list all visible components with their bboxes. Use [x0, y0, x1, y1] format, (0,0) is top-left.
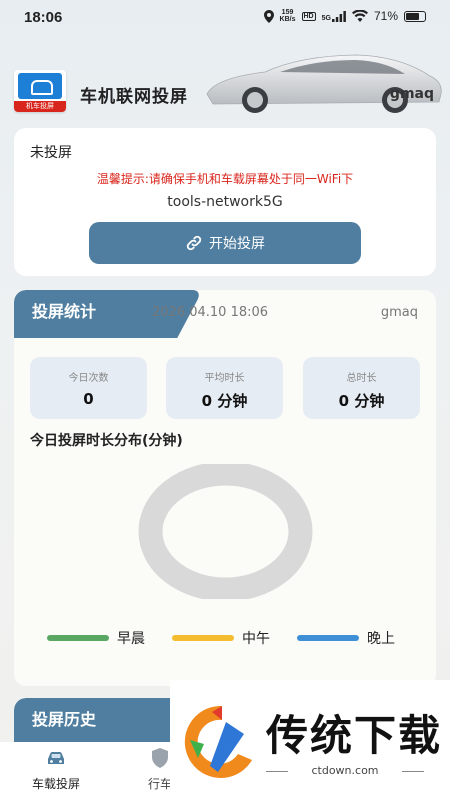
header-username: gmaq	[389, 86, 434, 102]
stat-today-count: 今日次数 0	[30, 357, 147, 419]
app-logo: 机车投屏	[14, 70, 66, 112]
legend-swatch	[47, 635, 109, 641]
stats-card: 投屏统计 2026.04.10 18:06 gmaq 今日次数 0 平均时长 0…	[14, 290, 436, 686]
history-title-text: 投屏历史	[32, 710, 97, 729]
status-indicators: 159 KB/s HD 5G 71%	[263, 9, 426, 23]
watermark-overlay: 传统下载 ctdown.com	[170, 680, 450, 800]
cast-card: 未投屏 温馨提示:请确保手机和车载屏幕处于同一WiFi下 tools-netwo…	[14, 128, 436, 276]
watermark-url: ctdown.com	[266, 764, 424, 777]
chart-legend: 早晨 中午 晚上	[14, 628, 436, 648]
watermark-brand: 传统下载	[266, 711, 443, 760]
stat-total-duration: 总时长 0 分钟	[303, 357, 420, 419]
stat-value: 0 分钟	[201, 392, 248, 410]
car-icon	[48, 752, 64, 764]
signal-icon	[331, 10, 346, 22]
wifi-icon	[351, 10, 368, 22]
location-icon	[263, 9, 274, 23]
status-bar: 18:06 159 KB/s HD 5G 71%	[0, 0, 450, 36]
logo-text: 机车投屏	[14, 101, 66, 112]
network-speed-value: 159	[281, 9, 294, 16]
history-section-title: 投屏历史	[14, 698, 164, 746]
stat-label: 今日次数	[68, 373, 109, 384]
legend-item-evening: 晚上	[297, 628, 395, 648]
nav-item-car-cast[interactable]: 车载投屏	[16, 742, 96, 792]
start-cast-label: 开始投屏	[209, 236, 265, 252]
watermark-logo-icon	[184, 705, 252, 778]
legend-label: 晚上	[367, 631, 395, 647]
stats-title-text: 投屏统计	[32, 302, 97, 321]
start-cast-button[interactable]: 开始投屏	[89, 222, 361, 264]
legend-swatch	[297, 635, 359, 641]
legend-label: 早晨	[117, 631, 145, 647]
car-screen-icon	[18, 73, 62, 99]
network-speed-unit: KB/s	[279, 16, 296, 23]
duration-donut-chart	[138, 464, 313, 599]
legend-item-noon: 中午	[172, 628, 270, 648]
cast-status: 未投屏	[30, 145, 72, 161]
legend-label: 中午	[242, 631, 270, 647]
distribution-title: 今日投屏时长分布(分钟)	[30, 433, 183, 449]
app-header: 机车投屏 车机联网投屏 gmaq	[0, 50, 450, 120]
hd-badge: HD	[301, 11, 316, 21]
battery-icon	[404, 10, 426, 22]
app-title: 车机联网投屏	[80, 87, 188, 107]
stat-value: 0 分钟	[338, 392, 385, 410]
mobile-signal: 5G	[321, 10, 346, 22]
link-icon	[186, 235, 202, 251]
legend-item-morning: 早晨	[47, 628, 145, 648]
network-name: tools-network5G	[167, 194, 283, 210]
battery-percent: 71%	[373, 9, 398, 23]
nav-label: 车载投屏	[31, 777, 80, 791]
stat-average-duration: 平均时长 0 分钟	[166, 357, 283, 419]
network-speed: 159 KB/s	[280, 9, 296, 23]
stats-username: gmaq	[380, 305, 418, 320]
legend-swatch	[172, 635, 234, 641]
car-banner-image	[206, 54, 442, 113]
status-time: 18:06	[24, 9, 63, 26]
stats-section-title: 投屏统计	[14, 290, 164, 338]
stat-label: 平均时长	[204, 373, 245, 384]
wifi-tip: 温馨提示:请确保手机和车载屏幕处于同一WiFi下	[96, 172, 354, 186]
stat-value: 0	[83, 390, 94, 408]
stats-datetime: 2026.04.10 18:06	[152, 305, 269, 320]
stat-label: 总时长	[346, 373, 377, 384]
donut-ring	[138, 464, 313, 599]
signal-label: 5G	[321, 14, 331, 22]
